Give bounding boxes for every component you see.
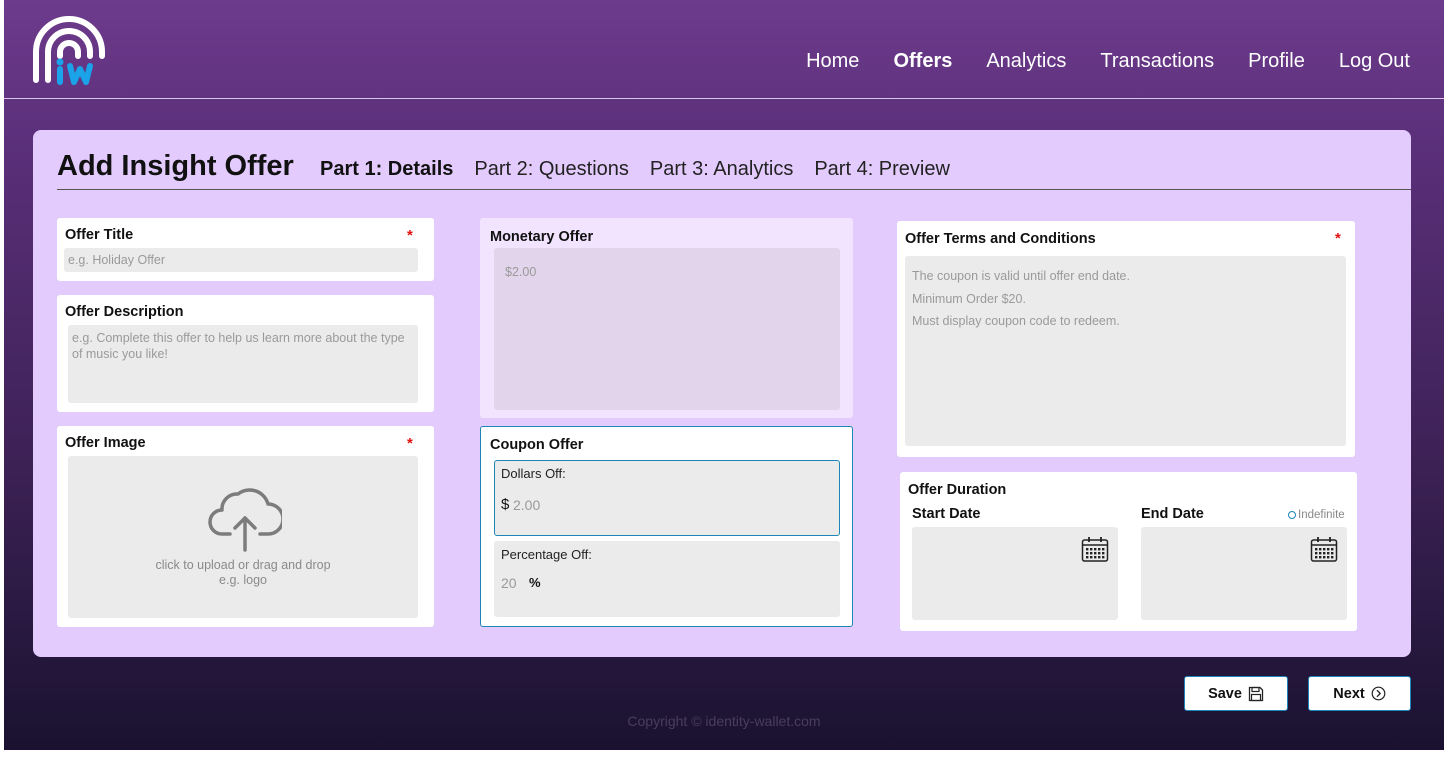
end-date-label: End Date	[1141, 506, 1204, 522]
duration-panel: Offer Duration Start Date End Date Indef…	[900, 472, 1357, 631]
terms-text: The coupon is valid until offer end date…	[912, 265, 1130, 333]
monetary-offer-label: Monetary Offer	[490, 229, 594, 245]
nav-home[interactable]: Home	[806, 50, 859, 72]
end-date-input[interactable]	[1141, 527, 1347, 620]
copyright: Copyright © identity-wallet.com	[627, 713, 821, 729]
upload-hint: click to upload or drag and drop e.g. lo…	[68, 558, 418, 588]
cloud-upload-icon	[208, 488, 282, 552]
save-icon	[1248, 686, 1264, 701]
offer-title-placeholder: e.g. Holiday Offer	[68, 253, 166, 267]
calendar-icon[interactable]	[1310, 535, 1338, 563]
offer-image-dropzone[interactable]: click to upload or drag and drop e.g. lo…	[68, 456, 418, 618]
offer-image-panel: Offer Image * click to upload or drag an…	[57, 426, 434, 627]
dollar-sign: $	[501, 496, 510, 513]
percent-sign: %	[529, 575, 541, 590]
offer-description-panel: Offer Description e.g. Complete this off…	[57, 295, 434, 412]
offer-image-label: Offer Image	[65, 435, 146, 451]
app-frame: Home Offers Analytics Transactions Profi…	[4, 0, 1444, 750]
upload-hint-line2: e.g. logo	[219, 573, 267, 587]
start-date-input[interactable]	[912, 527, 1118, 620]
terms-line: Minimum Order $20.	[912, 291, 1026, 306]
title-divider	[57, 189, 1411, 190]
offer-title-input[interactable]: e.g. Holiday Offer	[64, 248, 418, 272]
tab-preview[interactable]: Part 4: Preview	[814, 158, 950, 181]
nav-logout[interactable]: Log Out	[1339, 50, 1410, 72]
next-button[interactable]: Next	[1308, 676, 1411, 711]
terms-input[interactable]: The coupon is valid until offer end date…	[905, 256, 1346, 446]
offer-description-placeholder: e.g. Complete this offer to help us lear…	[72, 331, 405, 361]
tab-details[interactable]: Part 1: Details	[320, 158, 453, 181]
monetary-offer-panel[interactable]: Monetary Offer $2.00	[480, 218, 853, 418]
tab-analytics[interactable]: Part 3: Analytics	[650, 158, 793, 181]
offer-description-label: Offer Description	[65, 304, 184, 320]
percentage-off-field[interactable]: Percentage Off: 20 %	[494, 541, 840, 617]
coupon-offer-label: Coupon Offer	[490, 437, 584, 453]
calendar-icon[interactable]	[1081, 535, 1109, 563]
header-divider	[4, 98, 1444, 99]
save-button[interactable]: Save	[1184, 676, 1288, 711]
dollars-off-field[interactable]: Dollars Off: $ 2.00	[494, 460, 840, 536]
indefinite-label: Indefinite	[1298, 509, 1345, 521]
indefinite-option[interactable]: Indefinite	[1288, 509, 1345, 521]
monetary-offer-input[interactable]: $2.00	[494, 248, 840, 410]
indefinite-radio[interactable]	[1288, 511, 1296, 519]
chevron-right-circle-icon	[1371, 686, 1386, 701]
duration-label: Offer Duration	[908, 482, 1007, 498]
step-tabs: Part 1: Details Part 2: Questions Part 3…	[320, 158, 950, 181]
coupon-offer-panel[interactable]: Coupon Offer Dollars Off: $ 2.00 Percent…	[480, 426, 853, 627]
identity-wallet-logo[interactable]	[32, 16, 106, 86]
upload-hint-line1: click to upload or drag and drop	[155, 558, 331, 572]
offer-title-panel: Offer Title * e.g. Holiday Offer	[57, 218, 434, 281]
percentage-off-placeholder: 20	[501, 575, 517, 591]
terms-line: The coupon is valid until offer end date…	[912, 269, 1130, 283]
tab-questions[interactable]: Part 2: Questions	[474, 158, 629, 181]
offer-title-label: Offer Title	[65, 227, 134, 243]
save-button-label: Save	[1208, 685, 1242, 702]
page-title: Add Insight Offer	[57, 150, 294, 182]
start-date-label: Start Date	[912, 506, 981, 522]
dollars-off-label: Dollars Off:	[501, 466, 566, 481]
nav-transactions[interactable]: Transactions	[1100, 50, 1214, 72]
required-marker: *	[407, 435, 413, 452]
terms-label: Offer Terms and Conditions	[905, 231, 1096, 247]
nav-profile[interactable]: Profile	[1248, 50, 1305, 72]
terms-panel: Offer Terms and Conditions * The coupon …	[897, 221, 1355, 457]
next-button-label: Next	[1333, 685, 1365, 702]
required-marker: *	[1335, 230, 1341, 247]
dollars-off-placeholder: 2.00	[513, 497, 541, 513]
required-marker: *	[407, 227, 413, 244]
add-offer-card: Add Insight Offer Part 1: Details Part 2…	[33, 130, 1411, 657]
nav-analytics[interactable]: Analytics	[986, 50, 1066, 72]
main-nav: Home Offers Analytics Transactions Profi…	[806, 50, 1410, 72]
terms-line: Must display coupon code to redeem.	[912, 314, 1120, 328]
percentage-off-label: Percentage Off:	[501, 547, 592, 562]
offer-description-input[interactable]: e.g. Complete this offer to help us lear…	[68, 325, 418, 403]
monetary-offer-placeholder: $2.00	[505, 265, 537, 279]
nav-offers[interactable]: Offers	[893, 50, 952, 72]
